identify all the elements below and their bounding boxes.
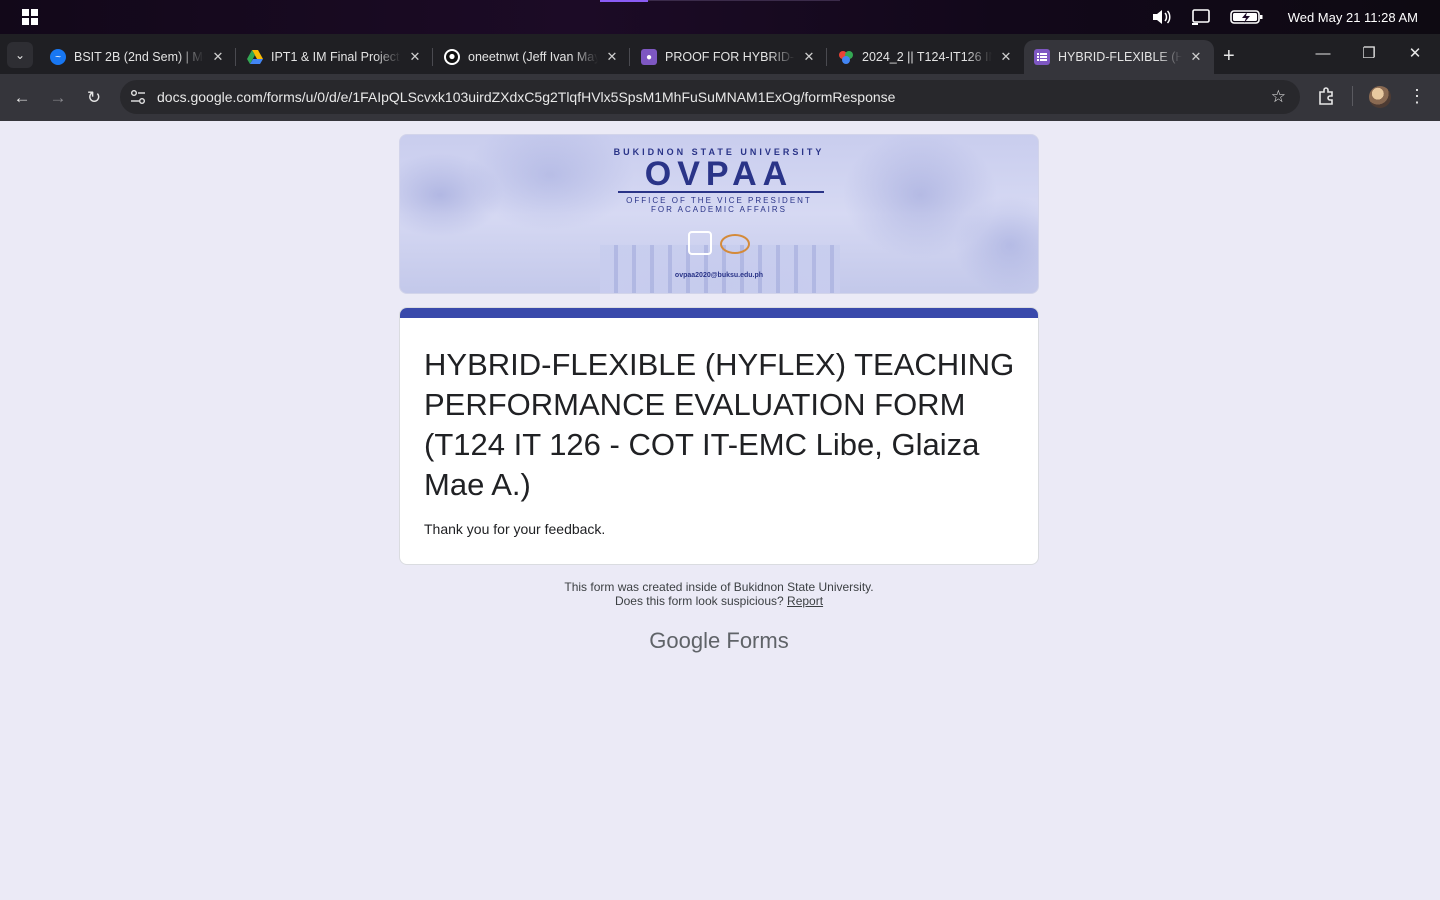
- chevron-down-icon: ⌄: [14, 48, 26, 62]
- profile-avatar[interactable]: [1369, 86, 1391, 108]
- banner-office-abbr: OVPAA: [644, 155, 794, 193]
- form-title: HYBRID-FLEXIBLE (HYFLEX) TEACHING PERFOR…: [424, 347, 1015, 502]
- cast-screen-icon[interactable]: [1190, 8, 1212, 26]
- browser-toolbar: ← → ↻ docs.google.com/forms/u/0/d/e/1FAI…: [0, 74, 1440, 121]
- tab-github[interactable]: oneetnwt (Jeff Ivan Mayor) ✕: [434, 40, 630, 74]
- extensions-puzzle-icon[interactable]: [1316, 85, 1338, 107]
- reload-button[interactable]: ↻: [81, 85, 107, 111]
- forms-icon: ●: [641, 49, 657, 65]
- confirmation-message: Thank you for your feedback.: [424, 521, 606, 537]
- toolbar-divider: [1352, 86, 1353, 106]
- taskbar-divider: [648, 0, 840, 1]
- browser-menu-icon[interactable]: ⋮: [1408, 85, 1426, 107]
- google-forms-logo[interactable]: Google Forms: [399, 628, 1039, 654]
- google-wordmark: Google: [649, 628, 721, 653]
- restore-button[interactable]: ❐: [1346, 34, 1392, 74]
- system-clock[interactable]: Wed May 21 11:28 AM: [1288, 10, 1418, 25]
- tab-title: PROOF FOR HYBRID-FLEXIBLE: [665, 50, 795, 64]
- minimize-button[interactable]: —: [1300, 34, 1346, 74]
- form-header-banner: BUKIDNON STATE UNIVERSITY OVPAA OFFICE O…: [399, 134, 1039, 294]
- close-tab-icon[interactable]: ✕: [210, 49, 226, 65]
- banner-office-name: OFFICE OF THE VICE PRESIDENT FOR ACADEMI…: [400, 196, 1038, 214]
- system-tray: Wed May 21 11:28 AM: [1150, 0, 1418, 34]
- tab-messenger[interactable]: ~ BSIT 2B (2nd Sem) | Messenger ✕: [40, 40, 236, 74]
- battery-charging-icon[interactable]: [1229, 8, 1264, 26]
- taskbar-active-indicator: [600, 0, 648, 2]
- created-inside-text: This form was created inside of Bukidnon…: [564, 580, 874, 594]
- form-footer-note: This form was created inside of Bukidnon…: [399, 580, 1039, 608]
- site-info-icon[interactable]: [130, 89, 146, 105]
- url-text[interactable]: docs.google.com/forms/u/0/d/e/1FAIpQLScv…: [157, 89, 895, 105]
- tab-title: HYBRID-FLEXIBLE (HYFLEX): [1058, 50, 1182, 64]
- close-tab-icon[interactable]: ✕: [407, 49, 423, 65]
- report-link[interactable]: Report: [787, 594, 823, 608]
- close-window-button[interactable]: ✕: [1392, 34, 1438, 74]
- tab-classroom[interactable]: 2024_2 || T124-IT126 IN ✕: [828, 40, 1024, 74]
- banner-divider: [618, 191, 824, 193]
- new-tab-button[interactable]: +: [1223, 45, 1235, 68]
- suspicious-text: Does this form look suspicious?: [614, 594, 784, 608]
- form-confirmation-card: HYBRID-FLEXIBLE (HYFLEX) TEACHING PERFOR…: [399, 307, 1039, 565]
- back-button[interactable]: ←: [9, 85, 35, 111]
- plus-icon: +: [1223, 45, 1235, 67]
- tab-proof-hybrid[interactable]: ● PROOF FOR HYBRID-FLEXIBLE ✕: [631, 40, 827, 74]
- start-menu-icon[interactable]: [22, 9, 38, 25]
- buksu-logo: [688, 231, 712, 255]
- arrow-left-icon: ←: [13, 88, 31, 107]
- volume-icon[interactable]: [1150, 8, 1172, 26]
- address-bar[interactable]: docs.google.com/forms/u/0/d/e/1FAIpQLScv…: [120, 80, 1300, 114]
- banner-office-line2: FOR ACADEMIC AFFAIRS: [650, 205, 787, 214]
- forms-icon: [1034, 49, 1050, 65]
- tab-google-drive[interactable]: IPT1 & IM Final Project - Google Drive ✕: [237, 40, 433, 74]
- bookmark-star-icon[interactable]: ☆: [1271, 87, 1286, 107]
- banner-office-line1: OFFICE OF THE VICE PRESIDENT: [626, 196, 812, 205]
- close-tab-icon[interactable]: ✕: [801, 49, 817, 65]
- form-accent-bar: [400, 308, 1038, 318]
- tab-title: 2024_2 || T124-IT126 IN: [862, 50, 992, 64]
- github-icon: [444, 49, 460, 65]
- os-taskbar: Wed May 21 11:28 AM: [0, 0, 1440, 34]
- forward-button[interactable]: →: [45, 85, 71, 111]
- minimize-icon: —: [1315, 45, 1331, 62]
- tab-title: BSIT 2B (2nd Sem) | Messenger: [74, 50, 204, 64]
- restore-icon: ❐: [1362, 45, 1376, 62]
- arrow-right-icon: →: [49, 88, 67, 107]
- drive-icon: [247, 49, 263, 65]
- forms-wordmark: Forms: [726, 628, 789, 653]
- close-tab-icon[interactable]: ✕: [1188, 49, 1204, 65]
- close-icon: ✕: [1408, 45, 1422, 62]
- classroom-icon: [838, 49, 854, 65]
- tab-title: IPT1 & IM Final Project - Google Drive: [271, 50, 401, 64]
- tab-search-button[interactable]: ⌄: [7, 42, 33, 68]
- suspicious-line: Does this form look suspicious? Report: [399, 594, 1039, 608]
- close-tab-icon[interactable]: ✕: [604, 49, 620, 65]
- close-tab-icon[interactable]: ✕: [998, 49, 1014, 65]
- reload-icon: ↻: [86, 88, 102, 107]
- banner-logos: [688, 231, 750, 255]
- tab-title: oneetnwt (Jeff Ivan Mayor): [468, 50, 598, 64]
- messenger-icon: ~: [50, 49, 66, 65]
- banner-email: ovpaa2020@buksu.edu.ph: [674, 272, 764, 279]
- tab-hybrid-flexible-active[interactable]: HYBRID-FLEXIBLE (HYFLEX) ✕: [1024, 40, 1214, 74]
- anniversary-logo: [720, 234, 750, 254]
